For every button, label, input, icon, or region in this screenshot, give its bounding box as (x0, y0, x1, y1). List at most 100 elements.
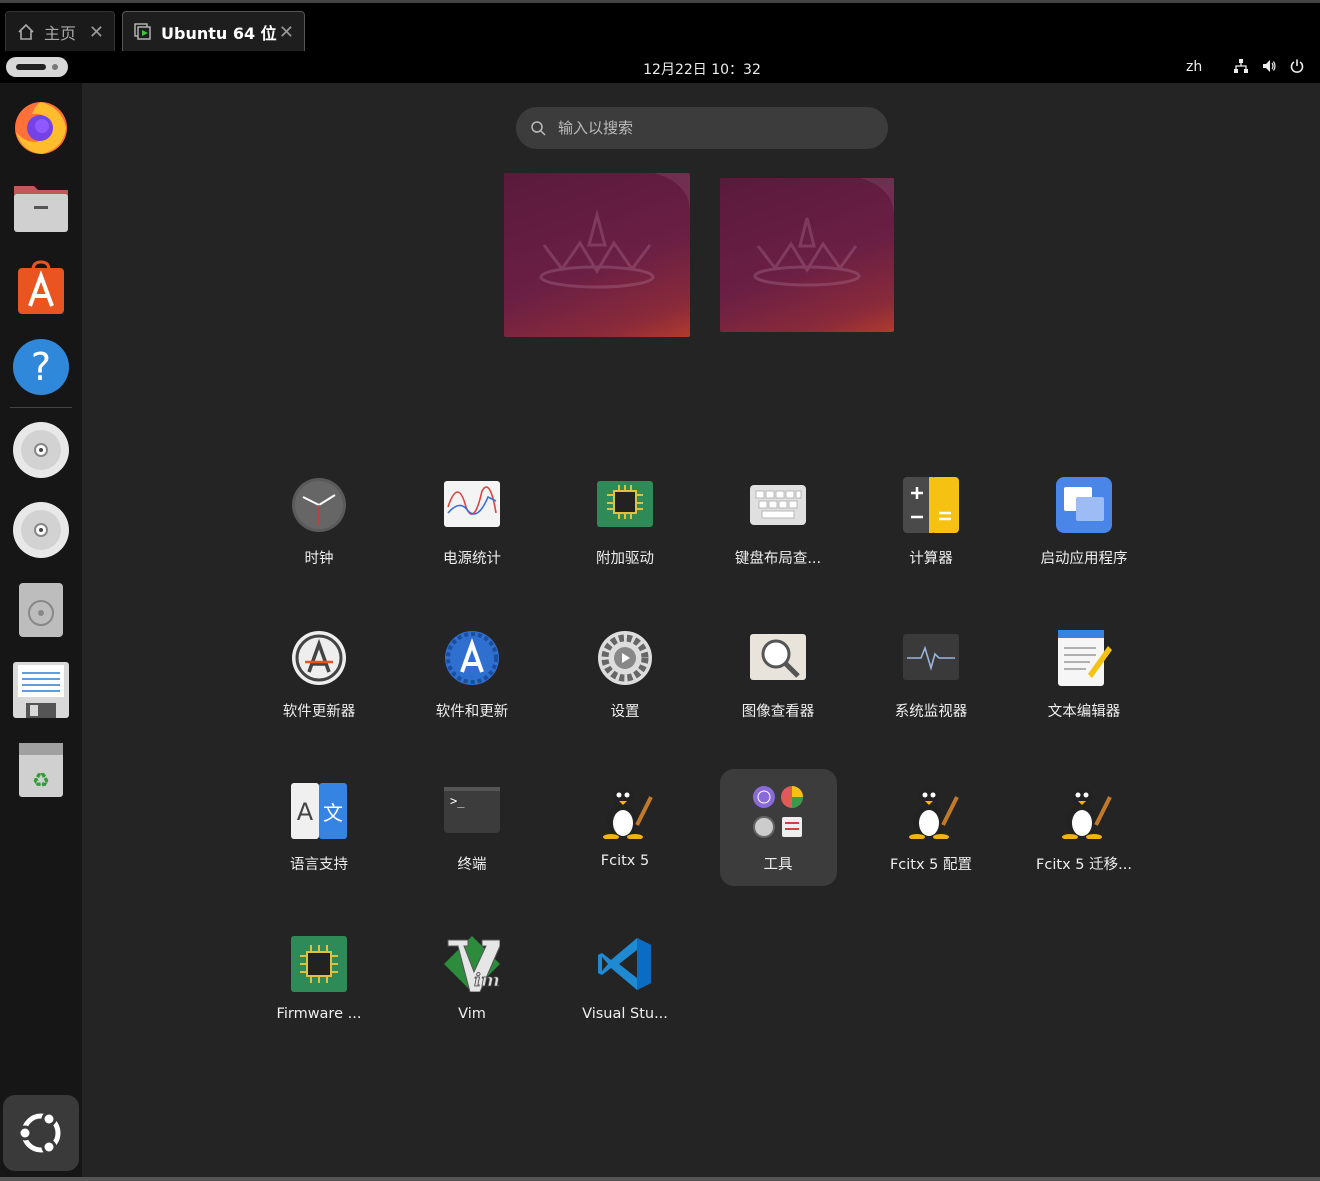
power-icon[interactable] (1289, 58, 1305, 74)
app-label: 软件和更新 (435, 704, 509, 720)
app-calculator[interactable]: 计算器 (856, 465, 1006, 585)
app-label: 终端 (457, 857, 487, 873)
vm-icon (134, 23, 151, 40)
firmware-icon (291, 936, 347, 992)
svg-text:文: 文 (323, 801, 343, 825)
system-monitor-icon (903, 634, 959, 680)
dock-cd-drive-1[interactable] (12, 421, 70, 479)
settings-icon (598, 631, 652, 685)
app-keyboard-layout[interactable]: 键盘布局查... (703, 465, 853, 585)
terminal-icon: >_ (444, 787, 500, 833)
svg-text:?: ? (31, 345, 51, 389)
app-startup-apps[interactable]: 启动应用程序 (1009, 465, 1159, 585)
app-fcitx5-config[interactable]: Fcitx 5 配置 (856, 771, 1006, 891)
dock-files[interactable] (12, 178, 70, 236)
app-label: 语言支持 (290, 857, 348, 873)
ubuntu-apps-icon (17, 1111, 61, 1155)
startup-apps-icon (1056, 477, 1112, 533)
search-icon (531, 121, 546, 136)
dock-help[interactable]: ? (12, 338, 70, 396)
fcitx-icon (603, 787, 653, 839)
vscode-icon (598, 938, 651, 990)
app-label: 计算器 (909, 551, 953, 567)
cd-icon (13, 502, 69, 558)
show-apps-button[interactable] (3, 1095, 79, 1171)
close-icon[interactable]: ✕ (89, 22, 104, 43)
firefox-icon (15, 102, 67, 154)
app-firmware[interactable]: Firmware ... (244, 924, 394, 1044)
app-terminal[interactable]: >_ 终端 (397, 771, 547, 891)
power-statistics-icon (444, 481, 500, 527)
app-fcitx5-migrator[interactable]: Fcitx 5 迁移... (1009, 771, 1159, 891)
input-language[interactable]: zh (1186, 59, 1202, 75)
app-label: 附加驱动 (596, 551, 654, 567)
files-icon (14, 186, 68, 232)
app-text-editor[interactable]: 文本编辑器 (1009, 618, 1159, 738)
app-image-viewer[interactable]: 图像查看器 (703, 618, 853, 738)
vim-icon: im (444, 936, 500, 992)
app-additional-drivers[interactable]: 附加驱动 (550, 465, 700, 585)
image-viewer-icon (750, 634, 806, 680)
svg-text:A: A (297, 798, 314, 826)
app-power-statistics[interactable]: 电源统计 (397, 465, 547, 585)
app-settings[interactable]: 设置 (550, 618, 700, 738)
ubuntu-wallpaper-icon (753, 178, 894, 287)
home-icon (18, 23, 34, 40)
host-tab-home-label: 主页 (44, 24, 77, 43)
app-center-icon (18, 260, 64, 314)
clock-icon (292, 478, 346, 532)
app-clock[interactable]: 时钟 (244, 465, 394, 585)
dock-trash[interactable]: ♻ (12, 741, 70, 799)
app-system-monitor[interactable]: 系统监视器 (856, 618, 1006, 738)
keyboard-layout-icon (750, 485, 806, 525)
trash-icon: ♻ (19, 743, 63, 797)
guest-desktop: 12月22日 10：32 zh ? ♻ 输入以搜索 时钟 电源统计 附加驱动 键… (0, 51, 1320, 1177)
dock-firefox[interactable] (12, 98, 70, 156)
network-icon[interactable] (1233, 58, 1249, 74)
app-label: Fcitx 5 配置 (889, 857, 973, 873)
host-bottom-border (0, 1177, 1320, 1181)
app-folder-tools[interactable]: 工具 (703, 771, 853, 891)
calculator-icon (903, 477, 959, 533)
app-label: 电源统计 (443, 551, 501, 567)
software-updater-icon (292, 631, 346, 685)
app-vim[interactable]: im Vim (397, 924, 547, 1044)
app-fcitx5[interactable]: Fcitx 5 (550, 771, 700, 891)
software-updates-icon (445, 631, 499, 685)
app-label: Firmware ... (276, 1006, 362, 1022)
close-icon[interactable]: ✕ (279, 22, 294, 43)
workspace-thumbnail-2[interactable] (720, 178, 894, 332)
svg-text:>_: >_ (450, 794, 465, 808)
tools-folder-icon (753, 786, 803, 838)
app-label: 图像查看器 (741, 704, 815, 720)
app-label: 软件更新器 (282, 704, 356, 720)
app-grid-overview: 输入以搜索 时钟 电源统计 附加驱动 键盘布局查... 计算器 启动应用程序 软… (82, 83, 1320, 1177)
host-tab-home[interactable]: 主页 ✕ (5, 11, 115, 53)
clock[interactable]: 12月22日 10：32 (0, 59, 1320, 79)
app-label: 时钟 (304, 551, 334, 567)
additional-drivers-icon (597, 481, 653, 527)
dock: ? ♻ (0, 83, 82, 1177)
app-label: Fcitx 5 (600, 853, 650, 869)
floppy-icon (13, 662, 69, 718)
app-visual-studio-code[interactable]: Visual Stu... (550, 924, 700, 1044)
search-input[interactable]: 输入以搜索 (516, 107, 888, 149)
dock-floppy[interactable] (12, 661, 70, 719)
volume-icon[interactable] (1261, 58, 1277, 74)
app-software-updates[interactable]: 软件和更新 (397, 618, 547, 738)
dock-app-center[interactable] (12, 258, 70, 316)
dock-separator (10, 407, 72, 408)
ubuntu-wallpaper-icon (539, 173, 690, 289)
host-tab-vm[interactable]: Ubuntu 64 位 ✕ (122, 11, 305, 53)
app-label: 工具 (763, 857, 793, 873)
dock-disk-drive[interactable] (12, 581, 70, 639)
disk-icon (19, 583, 63, 637)
app-label: 设置 (610, 704, 640, 720)
workspace-thumbnail-1[interactable] (504, 173, 690, 337)
app-label: 系统监视器 (894, 704, 968, 720)
app-label: 启动应用程序 (1040, 551, 1128, 567)
app-software-updater[interactable]: 软件更新器 (244, 618, 394, 738)
dock-cd-drive-2[interactable] (12, 501, 70, 559)
app-label: Visual Stu... (582, 1006, 668, 1022)
app-language-support[interactable]: A文 语言支持 (244, 771, 394, 891)
